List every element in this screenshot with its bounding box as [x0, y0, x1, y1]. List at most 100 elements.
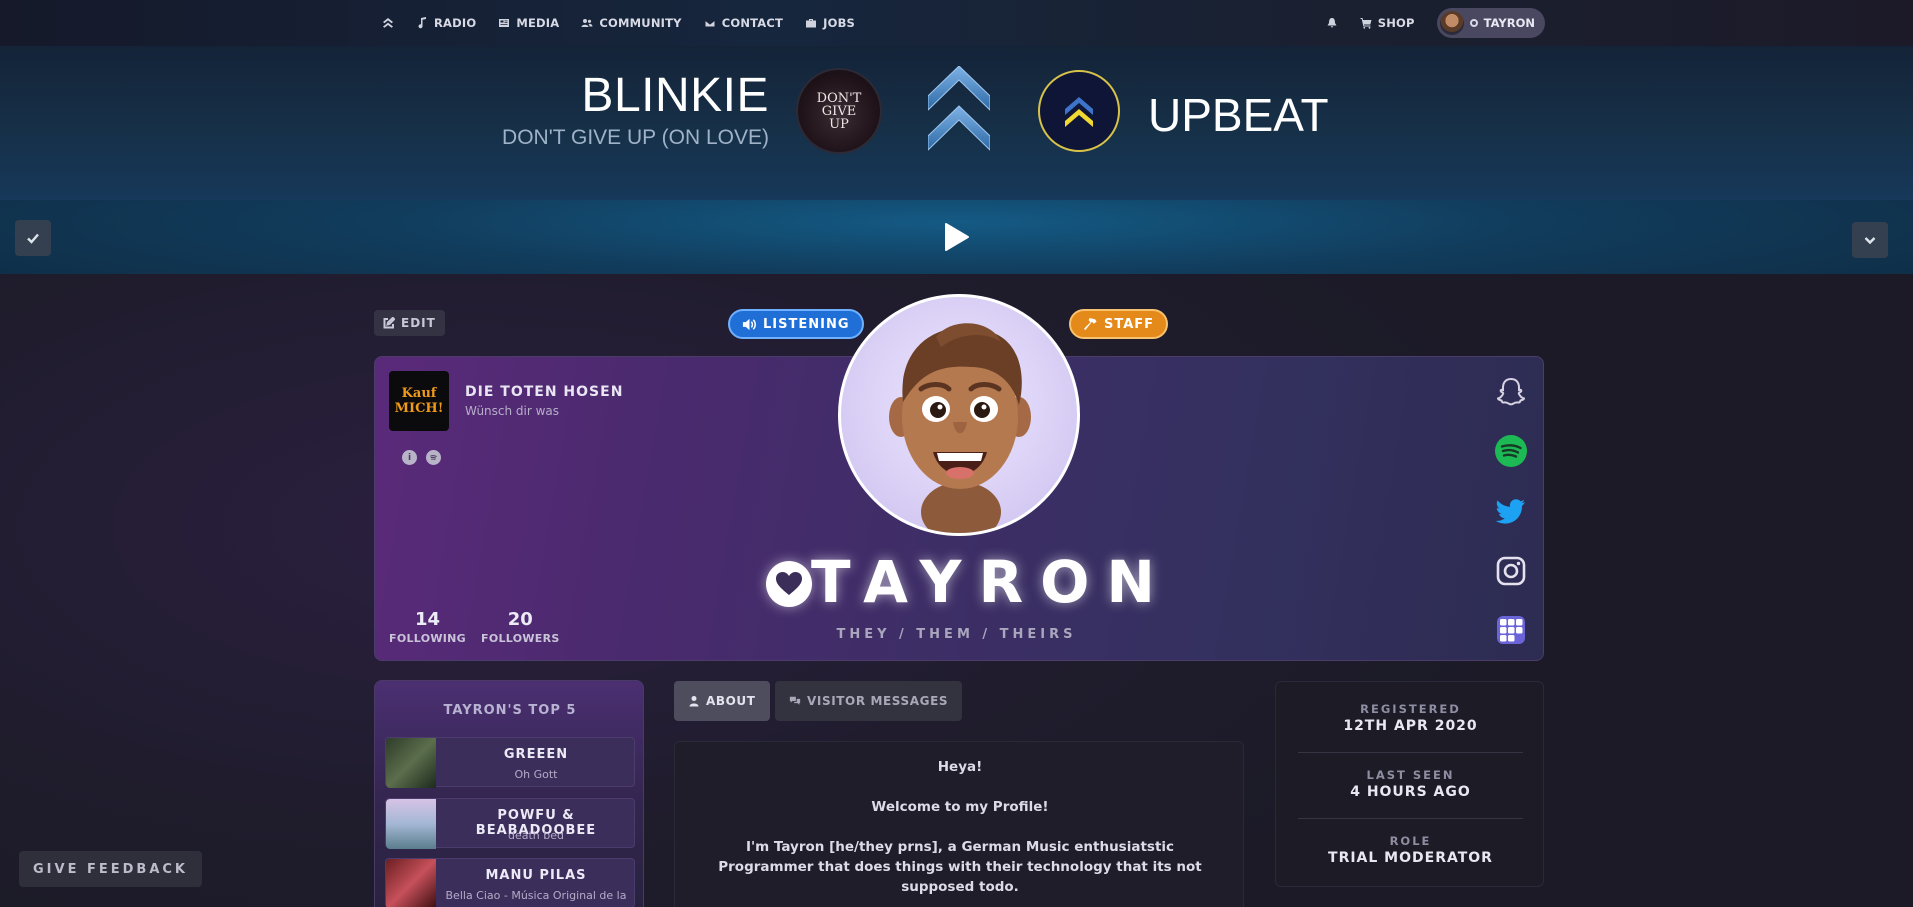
now-playing-song: DON'T GIVE UP (ON LOVE)	[502, 126, 769, 149]
double-chevron-up-icon	[383, 18, 393, 28]
chevron-down-icon	[1864, 237, 1876, 245]
envelope-icon	[704, 19, 716, 28]
nav-item-jobs[interactable]: JOBS	[805, 16, 855, 30]
briefcase-icon	[806, 19, 817, 28]
nav-item-contact[interactable]: CONTACT	[704, 16, 783, 30]
station-logo[interactable]	[1038, 70, 1120, 152]
check-button[interactable]	[15, 220, 51, 256]
nav-item-radio[interactable]: RADIO	[416, 16, 476, 30]
user-menu-button[interactable]: TAYRON	[1436, 8, 1545, 38]
edit-profile-button[interactable]: EDIT	[374, 310, 445, 336]
edit-icon	[383, 317, 395, 329]
hammer-icon	[1083, 317, 1097, 330]
role-value: TRIAL MODERATOR	[1328, 850, 1493, 866]
top5-title: TAYRON'S TOP 5	[443, 703, 577, 718]
registered-label: REGISTERED	[1360, 702, 1461, 716]
current-track-artist: DIE TOTEN HOSEN	[465, 384, 624, 400]
nav-item-shop[interactable]: SHOP	[1360, 16, 1415, 30]
current-track-song: Wünsch dir was	[465, 404, 560, 418]
tab-visitor-label: VISITOR MESSAGES	[807, 694, 949, 708]
divider	[1298, 752, 1523, 753]
home-logo-button[interactable]	[382, 17, 394, 29]
tab-about[interactable]: ABOUT	[674, 681, 770, 721]
top-navigation: RADIO MEDIA COMMUNITY CONTACT JOBS SHOP	[0, 0, 1913, 46]
track-actions: i	[402, 450, 441, 465]
role-label: ROLE	[1389, 834, 1432, 848]
about-bio: I'm Tayron [he/they prns], a German Musi…	[718, 839, 1202, 895]
twitter-icon	[1495, 499, 1525, 524]
nav-left: RADIO MEDIA COMMUNITY CONTACT JOBS	[382, 0, 855, 46]
list-item[interactable]: GREEEN Oh Gott	[385, 737, 635, 788]
current-track-cover[interactable]: Kauf MICH!	[389, 371, 449, 431]
nav-item-label: COMMUNITY	[599, 16, 682, 30]
nav-item-label: JOBS	[823, 16, 856, 30]
nav-item-community[interactable]: COMMUNITY	[581, 16, 682, 30]
give-feedback-button[interactable]: GIVE FEEDBACK	[19, 851, 202, 887]
nav-item-label: SHOP	[1377, 16, 1415, 30]
spotify-waves-icon	[430, 455, 437, 461]
top5-song: Bella Ciao - Música Original de la	[445, 889, 627, 902]
spotify-icon	[1495, 435, 1527, 467]
profile-avatar[interactable]	[838, 294, 1080, 536]
double-chevron-logo-icon	[928, 66, 990, 151]
expand-button[interactable]	[1852, 222, 1888, 258]
staff-label: STAFF	[1104, 316, 1155, 332]
cover-text: Kauf MICH!	[394, 386, 444, 416]
snapchat-link[interactable]	[1492, 373, 1530, 411]
spotify-link[interactable]	[1492, 432, 1530, 470]
list-item[interactable]: MANU PILAS Bella Ciao - Música Original …	[385, 858, 635, 907]
top5-artist: MANU PILAS	[485, 868, 587, 883]
listening-label: LISTENING	[763, 316, 850, 332]
album-thumbnail	[386, 859, 436, 907]
status-ring-icon	[1469, 19, 1478, 27]
cover-text: DON'T GIVE UP	[816, 90, 862, 132]
role-stat: ROLE TRIAL MODERATOR	[1276, 834, 1545, 866]
chat-bubbles-icon	[789, 696, 801, 705]
check-icon	[27, 233, 39, 244]
album-thumbnail	[386, 738, 436, 788]
about-panel: Heya! Welcome to my Profile! I'm Tayron …	[674, 741, 1244, 907]
station-chevron-icon	[1065, 97, 1093, 127]
list-item[interactable]: POWFU & BEABADOOBEE death bed	[385, 798, 635, 849]
snapchat-icon	[1496, 377, 1526, 406]
user-icon	[689, 696, 699, 707]
top5-artist: GREEEN	[503, 747, 569, 762]
album-thumbnail	[386, 799, 436, 849]
about-greeting: Heya!	[937, 759, 983, 775]
users-icon	[581, 19, 593, 27]
music-note-icon	[418, 17, 426, 29]
spotify-small-icon[interactable]	[426, 450, 441, 465]
speaker-icon	[742, 318, 756, 330]
shopping-cart-icon	[1360, 18, 1372, 29]
newspaper-icon	[499, 19, 510, 27]
staff-badge[interactable]: STAFF	[1069, 309, 1169, 339]
registered-value: 12TH APR 2020	[1343, 718, 1478, 734]
nav-item-label: RADIO	[434, 16, 477, 30]
listening-badge[interactable]: LISTENING	[728, 309, 864, 339]
info-icon[interactable]: i	[402, 450, 417, 465]
now-playing-cover[interactable]: DON'T GIVE UP	[798, 70, 880, 152]
last-seen-stat: LAST SEEN 4 HOURS AGO	[1276, 768, 1545, 800]
user-stats-panel: REGISTERED 12TH APR 2020 LAST SEEN 4 HOU…	[1275, 681, 1544, 887]
top5-song: death bed	[507, 829, 564, 842]
nav-item-media[interactable]: MEDIA	[498, 16, 559, 30]
tab-about-label: ABOUT	[706, 694, 756, 708]
nav-item-label: MEDIA	[516, 16, 560, 30]
top5-panel: TAYRON'S TOP 5 GREEEN Oh Gott POWFU & BE…	[374, 680, 644, 907]
station-name: UPBEAT	[1148, 89, 1329, 141]
play-button[interactable]	[942, 222, 970, 252]
nav-right: SHOP TAYRON	[1326, 0, 1545, 46]
user-name-label: TAYRON	[1483, 16, 1535, 30]
bell-icon	[1327, 18, 1337, 28]
twitter-link[interactable]	[1492, 492, 1530, 530]
divider	[1298, 818, 1523, 819]
profile-username: TAYRON	[811, 548, 1172, 616]
memoji-avatar-icon	[889, 323, 1031, 533]
last-seen-label: LAST SEEN	[1366, 768, 1455, 782]
profile-pronouns: THEY / THEM / THEIRS	[836, 627, 1077, 642]
notifications-button[interactable]	[1326, 17, 1338, 29]
now-playing-artist: BLINKIE	[581, 69, 769, 122]
last-seen-value: 4 HOURS AGO	[1350, 784, 1471, 800]
about-welcome: Welcome to my Profile!	[871, 799, 1049, 815]
tab-visitor-messages[interactable]: VISITOR MESSAGES	[775, 681, 963, 721]
